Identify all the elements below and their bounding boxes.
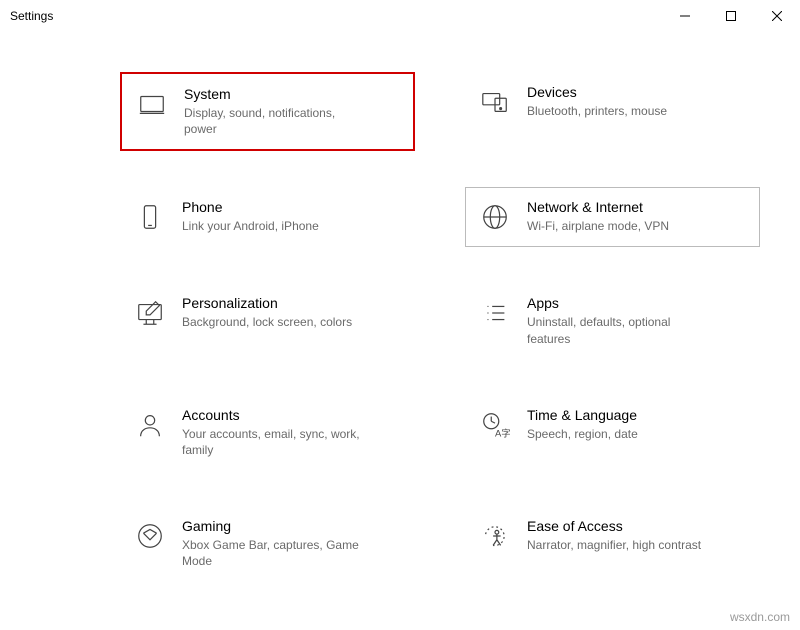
category-text: Apps Uninstall, defaults, optional featu… bbox=[527, 295, 707, 346]
category-desc: Narrator, magnifier, high contrast bbox=[527, 537, 701, 553]
category-text: System Display, sound, notifications, po… bbox=[184, 86, 364, 137]
category-desc: Link your Android, iPhone bbox=[182, 218, 319, 234]
apps-icon bbox=[477, 295, 513, 331]
category-desc: Xbox Game Bar, captures, Game Mode bbox=[182, 537, 362, 569]
category-desc: Background, lock screen, colors bbox=[182, 314, 352, 330]
category-text: Gaming Xbox Game Bar, captures, Game Mod… bbox=[182, 518, 362, 569]
personalization-icon bbox=[132, 295, 168, 331]
window-title: Settings bbox=[10, 9, 53, 23]
category-accounts[interactable]: Accounts Your accounts, email, sync, wor… bbox=[120, 395, 415, 470]
category-text: Ease of Access Narrator, magnifier, high… bbox=[527, 518, 701, 553]
category-desc: Uninstall, defaults, optional features bbox=[527, 314, 707, 346]
category-text: Time & Language Speech, region, date bbox=[527, 407, 638, 442]
category-title: Devices bbox=[527, 84, 667, 100]
gaming-icon bbox=[132, 518, 168, 554]
settings-content: System Display, sound, notifications, po… bbox=[0, 32, 800, 582]
category-system[interactable]: System Display, sound, notifications, po… bbox=[120, 72, 415, 151]
category-grid: System Display, sound, notifications, po… bbox=[120, 72, 760, 582]
category-title: Phone bbox=[182, 199, 319, 215]
category-desc: Bluetooth, printers, mouse bbox=[527, 103, 667, 119]
accounts-icon bbox=[132, 407, 168, 443]
ease-of-access-icon bbox=[477, 518, 513, 554]
category-personalization[interactable]: Personalization Background, lock screen,… bbox=[120, 283, 415, 358]
category-title: Ease of Access bbox=[527, 518, 701, 534]
category-gaming[interactable]: Gaming Xbox Game Bar, captures, Game Mod… bbox=[120, 506, 415, 581]
minimize-button[interactable] bbox=[662, 0, 708, 32]
system-icon bbox=[134, 86, 170, 122]
category-desc: Display, sound, notifications, power bbox=[184, 105, 364, 137]
watermark: wsxdn.com bbox=[730, 610, 790, 624]
category-title: Network & Internet bbox=[527, 199, 669, 215]
category-time[interactable]: A字 Time & Language Speech, region, date bbox=[465, 395, 760, 470]
phone-icon bbox=[132, 199, 168, 235]
category-title: Gaming bbox=[182, 518, 362, 534]
maximize-icon bbox=[726, 11, 736, 21]
category-title: Accounts bbox=[182, 407, 362, 423]
category-text: Accounts Your accounts, email, sync, wor… bbox=[182, 407, 362, 458]
window-controls bbox=[662, 0, 800, 32]
category-devices[interactable]: Devices Bluetooth, printers, mouse bbox=[465, 72, 760, 151]
category-ease-of-access[interactable]: Ease of Access Narrator, magnifier, high… bbox=[465, 506, 760, 581]
titlebar: Settings bbox=[0, 0, 800, 32]
category-desc: Your accounts, email, sync, work, family bbox=[182, 426, 362, 458]
category-phone[interactable]: Phone Link your Android, iPhone bbox=[120, 187, 415, 247]
close-button[interactable] bbox=[754, 0, 800, 32]
category-text: Personalization Background, lock screen,… bbox=[182, 295, 352, 330]
category-text: Network & Internet Wi-Fi, airplane mode,… bbox=[527, 199, 669, 234]
time-language-icon: A字 bbox=[477, 407, 513, 443]
devices-icon bbox=[477, 84, 513, 120]
category-desc: Wi-Fi, airplane mode, VPN bbox=[527, 218, 669, 234]
category-title: Personalization bbox=[182, 295, 352, 311]
svg-text:A字: A字 bbox=[495, 427, 510, 438]
category-text: Devices Bluetooth, printers, mouse bbox=[527, 84, 667, 119]
category-title: System bbox=[184, 86, 364, 102]
category-desc: Speech, region, date bbox=[527, 426, 638, 442]
category-title: Apps bbox=[527, 295, 707, 311]
category-network[interactable]: Network & Internet Wi-Fi, airplane mode,… bbox=[465, 187, 760, 247]
close-icon bbox=[772, 11, 782, 21]
network-icon bbox=[477, 199, 513, 235]
maximize-button[interactable] bbox=[708, 0, 754, 32]
minimize-icon bbox=[680, 11, 690, 21]
category-apps[interactable]: Apps Uninstall, defaults, optional featu… bbox=[465, 283, 760, 358]
category-title: Time & Language bbox=[527, 407, 638, 423]
category-text: Phone Link your Android, iPhone bbox=[182, 199, 319, 234]
